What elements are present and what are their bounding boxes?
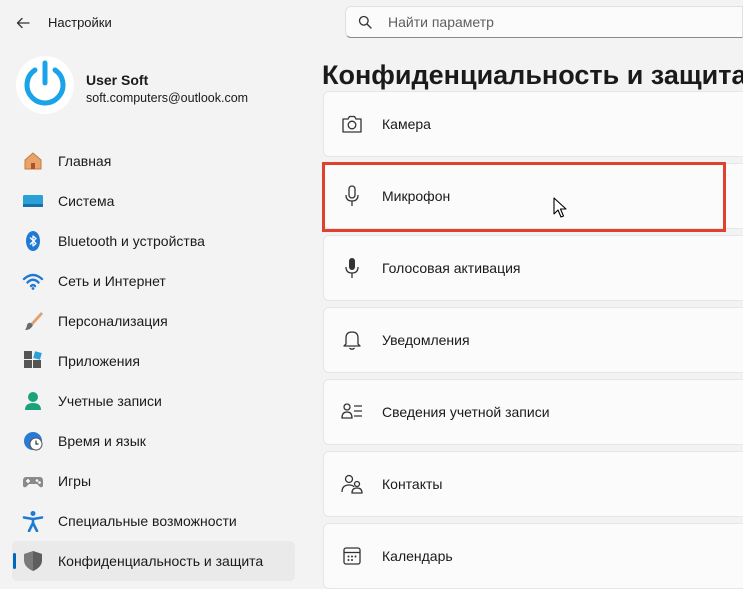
- page-title: Конфиденциальность и защита: [322, 60, 743, 90]
- settings-item-label: Камера: [382, 116, 431, 132]
- power-logo-icon: [17, 57, 73, 113]
- user-name: User Soft: [86, 72, 149, 88]
- sidebar-item-network[interactable]: Сеть и Интернет: [12, 261, 295, 301]
- voice-activation-icon: [340, 256, 364, 280]
- accessibility-icon: [22, 510, 44, 532]
- sidebar-item-label: Время и язык: [58, 433, 146, 449]
- user-profile[interactable]: User Soft soft.computers@outlook.com: [16, 56, 306, 118]
- settings-item-calendar[interactable]: Календарь: [323, 523, 743, 589]
- search-input[interactable]: [386, 13, 690, 31]
- avatar: [16, 56, 74, 114]
- settings-item-label: Сведения учетной записи: [382, 404, 550, 420]
- sidebar-item-bluetooth[interactable]: Bluetooth и устройства: [12, 221, 295, 261]
- sidebar-item-time-language[interactable]: Время и язык: [12, 421, 295, 461]
- sidebar-item-system[interactable]: Система: [12, 181, 295, 221]
- sidebar-item-label: Bluetooth и устройства: [58, 233, 205, 249]
- settings-item-notifications[interactable]: Уведомления: [323, 307, 743, 373]
- back-button[interactable]: [12, 12, 34, 34]
- sidebar-item-label: Персонализация: [58, 313, 168, 329]
- title-bar: Настройки: [0, 0, 300, 46]
- sidebar-item-label: Сеть и Интернет: [58, 273, 166, 289]
- settings-item-label: Микрофон: [382, 188, 451, 204]
- back-arrow-icon: [16, 17, 30, 29]
- accounts-icon: [22, 390, 44, 412]
- sidebar-item-label: Конфиденциальность и защита: [58, 553, 264, 569]
- sidebar-item-accessibility[interactable]: Специальные возможности: [12, 501, 295, 541]
- time-language-icon: [22, 430, 44, 452]
- wifi-icon: [22, 270, 44, 292]
- bell-icon: [340, 328, 364, 352]
- sidebar-item-label: Игры: [58, 473, 92, 489]
- microphone-icon: [340, 184, 364, 208]
- settings-item-account-info[interactable]: Сведения учетной записи: [323, 379, 743, 445]
- sidebar-item-label: Приложения: [58, 353, 140, 369]
- active-indicator: [13, 553, 16, 569]
- system-icon: [22, 190, 44, 212]
- gamepad-icon: [22, 470, 44, 492]
- sidebar-item-label: Специальные возможности: [58, 513, 237, 529]
- contacts-icon: [340, 472, 364, 496]
- sidebar-item-accounts[interactable]: Учетные записи: [12, 381, 295, 421]
- calendar-icon: [340, 544, 364, 568]
- settings-item-microphone[interactable]: Микрофон: [323, 163, 743, 229]
- camera-icon: [340, 112, 364, 136]
- apps-icon: [22, 350, 44, 372]
- app-title: Настройки: [48, 15, 112, 30]
- settings-item-label: Контакты: [382, 476, 443, 492]
- sidebar-item-apps[interactable]: Приложения: [12, 341, 295, 381]
- settings-item-voice-activation[interactable]: Голосовая активация: [323, 235, 743, 301]
- brush-icon: [22, 310, 44, 332]
- search-icon: [358, 14, 374, 30]
- user-email: soft.computers@outlook.com: [86, 91, 249, 105]
- settings-item-label: Уведомления: [382, 332, 470, 348]
- settings-item-label: Календарь: [382, 548, 453, 564]
- account-info-icon: [340, 400, 364, 424]
- settings-item-label: Голосовая активация: [382, 260, 521, 276]
- settings-item-camera[interactable]: Камера: [323, 91, 743, 157]
- sidebar-nav: Главная Система Bluetooth и устройства С…: [12, 141, 295, 581]
- sidebar-item-label: Главная: [58, 153, 112, 169]
- search-box[interactable]: [345, 6, 743, 38]
- home-icon: [22, 150, 44, 172]
- bluetooth-icon: [22, 230, 44, 252]
- shield-icon: [22, 550, 44, 572]
- settings-item-contacts[interactable]: Контакты: [323, 451, 743, 517]
- sidebar-item-personalization[interactable]: Персонализация: [12, 301, 295, 341]
- sidebar-item-label: Система: [58, 193, 115, 209]
- sidebar-item-home[interactable]: Главная: [12, 141, 295, 181]
- sidebar-item-label: Учетные записи: [58, 393, 162, 409]
- sidebar-item-gaming[interactable]: Игры: [12, 461, 295, 501]
- sidebar-item-privacy-security[interactable]: Конфиденциальность и защита: [12, 541, 295, 581]
